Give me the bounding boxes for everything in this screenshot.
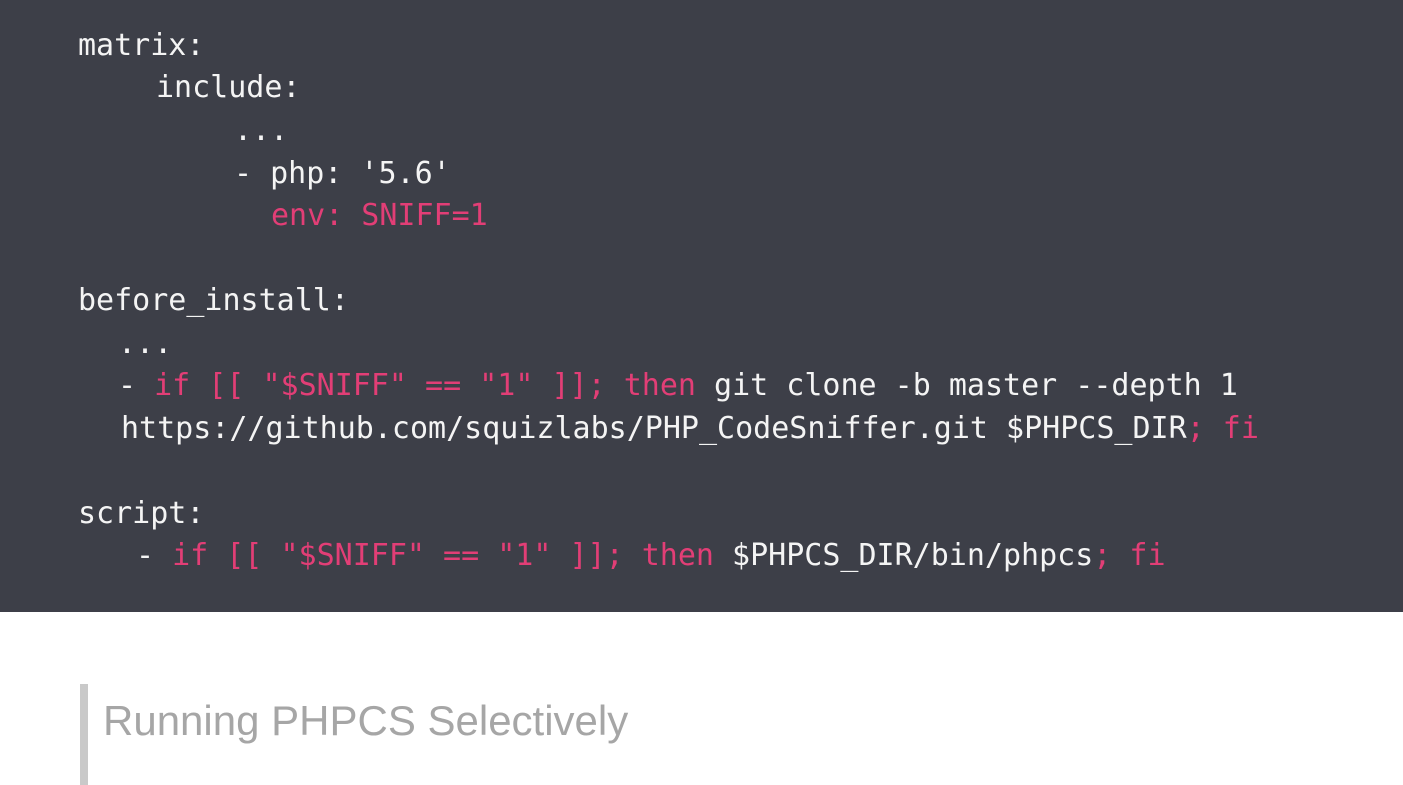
code-line-before-install: before_install:	[78, 283, 349, 318]
code-line-ellipsis: ...	[234, 113, 289, 148]
slide-title: Running PHPCS Selectively	[103, 697, 629, 744]
code-line-php-version: - php: '5.6'	[234, 156, 451, 191]
code-command: git clone -b master --depth 1	[695, 368, 1238, 403]
code-line-matrix: matrix:	[78, 28, 205, 63]
code-dash: -	[118, 368, 155, 403]
code-block: matrix: include: ... - php: '5.6' env: S…	[0, 0, 1403, 612]
code-line-ellipsis: ...	[118, 326, 173, 361]
code-line-env-sniff: env: SNIFF=1	[271, 198, 488, 233]
code-condition: if [[ "$SNIFF" == "1" ]]; then	[154, 368, 696, 403]
code-line-script: script:	[78, 496, 205, 531]
code-command: $PHPCS_DIR/bin/phpcs	[713, 538, 1094, 573]
title-accent-bar	[80, 684, 88, 785]
code-end: ; fi	[1186, 411, 1259, 446]
code-condition: if [[ "$SNIFF" == "1" ]]; then	[172, 538, 714, 573]
code-dash: -	[136, 538, 173, 573]
code-line-phpcs-run: - if [[ "$SNIFF" == "1" ]]; then $PHPCS_…	[136, 535, 1166, 577]
slide: matrix: include: ... - php: '5.6' env: S…	[0, 0, 1403, 785]
code-line-repo-url: https://github.com/squizlabs/PHP_CodeSni…	[121, 408, 1259, 450]
code-end: ; fi	[1093, 538, 1166, 573]
code-line-include: include:	[156, 70, 301, 105]
code-line-git-clone: - if [[ "$SNIFF" == "1" ]]; then git clo…	[118, 365, 1238, 407]
code-command: https://github.com/squizlabs/PHP_CodeSni…	[121, 411, 1187, 446]
